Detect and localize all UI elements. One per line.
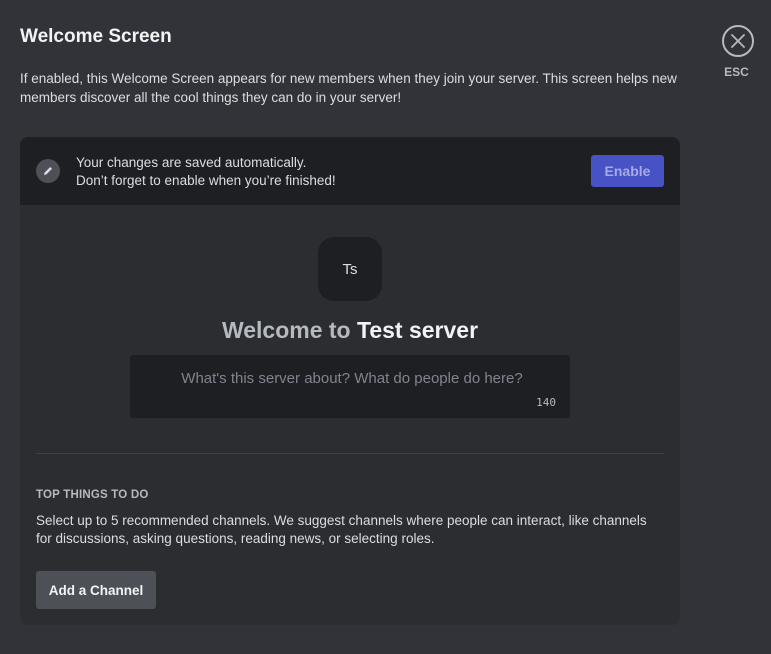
welcome-prefix: Welcome to xyxy=(221,317,351,343)
page-description: If enabled, this Welcome Screen appears … xyxy=(20,71,677,105)
notice-text: Your changes are saved automatically. Do… xyxy=(76,154,336,190)
notice-line-1: Your changes are saved automatically. xyxy=(76,155,307,170)
char-count: 140 xyxy=(536,396,556,409)
esc-label: ESC xyxy=(724,65,749,79)
server-name: Test server xyxy=(357,317,479,343)
notice-line-2: Don’t forget to enable when you’re finis… xyxy=(76,173,336,188)
welcome-heading: Welcome to Test server xyxy=(20,317,680,344)
server-icon[interactable]: Ts xyxy=(318,237,382,301)
close-button[interactable] xyxy=(722,25,754,57)
enable-button[interactable]: Enable xyxy=(591,155,664,187)
close-icon xyxy=(731,34,745,48)
welcome-screen-card: Your changes are saved automatically. Do… xyxy=(20,137,680,625)
top-things-heading: TOP THINGS TO DO xyxy=(36,489,149,501)
pencil-icon xyxy=(36,159,60,183)
page-title: Welcome Screen xyxy=(20,26,172,47)
server-description-box[interactable]: 140 xyxy=(130,355,574,418)
server-description-input[interactable] xyxy=(130,355,574,399)
add-channel-button[interactable]: Add a Channel xyxy=(36,571,156,609)
section-divider xyxy=(36,453,664,454)
autosave-notice: Your changes are saved automatically. Do… xyxy=(20,137,680,205)
top-things-description: Select up to 5 recommended channels. We … xyxy=(36,513,647,546)
close-control[interactable]: ESC xyxy=(720,25,756,79)
